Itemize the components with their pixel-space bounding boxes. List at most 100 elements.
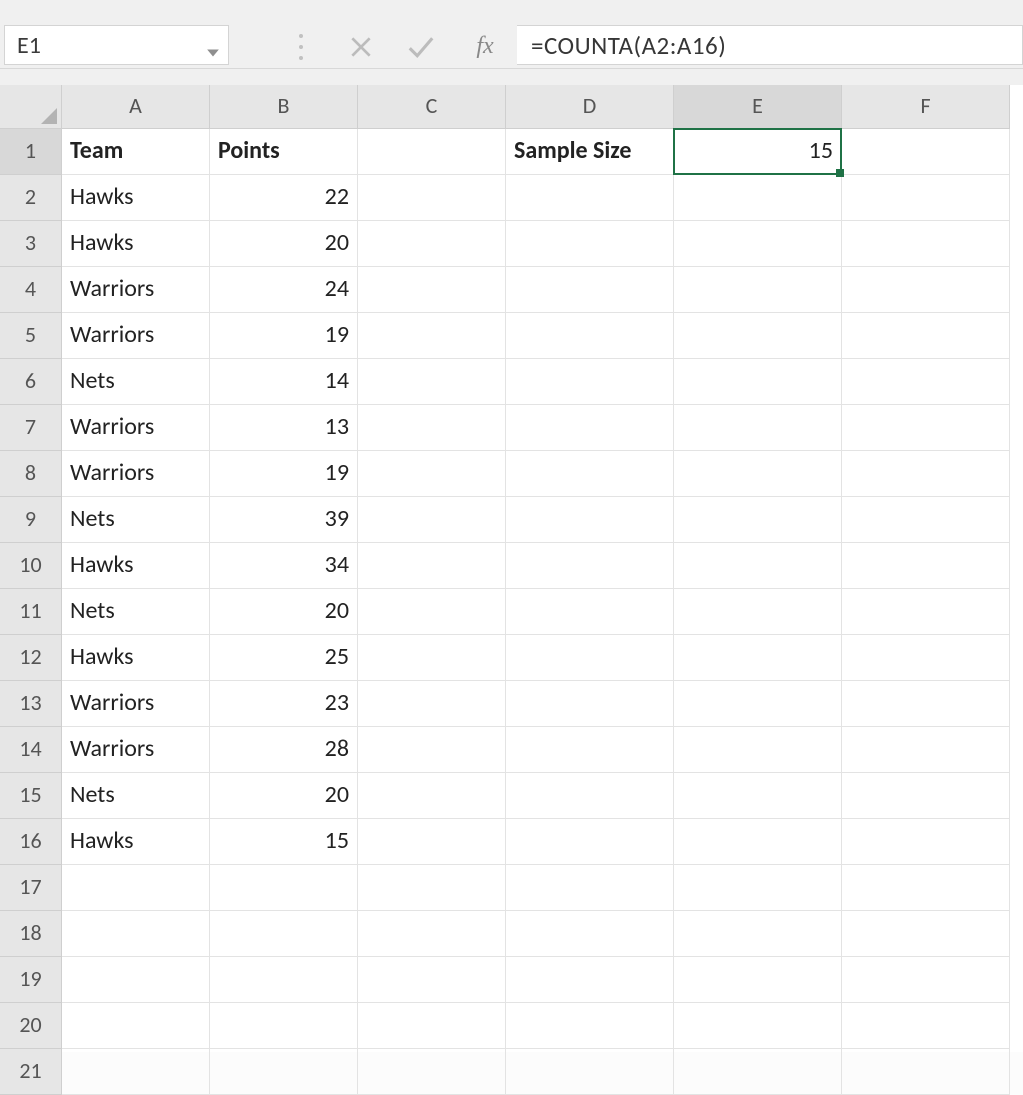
- cell-C7[interactable]: [358, 405, 506, 451]
- cell-D10[interactable]: [506, 543, 674, 589]
- cell-D3[interactable]: [506, 221, 674, 267]
- cell-C13[interactable]: [358, 681, 506, 727]
- row-header-20[interactable]: 20: [0, 1003, 62, 1049]
- cell-E16[interactable]: [674, 819, 842, 865]
- cell-B9[interactable]: 39: [210, 497, 358, 543]
- cell-A17[interactable]: [62, 865, 210, 911]
- cell-E3[interactable]: [674, 221, 842, 267]
- cell-B5[interactable]: 19: [210, 313, 358, 359]
- cell-C6[interactable]: [358, 359, 506, 405]
- row-header-3[interactable]: 3: [0, 221, 62, 267]
- cell-A4[interactable]: Warriors: [62, 267, 210, 313]
- cell-C2[interactable]: [358, 175, 506, 221]
- cell-A2[interactable]: Hawks: [62, 175, 210, 221]
- cell-F15[interactable]: [842, 773, 1010, 819]
- column-header-A[interactable]: A: [62, 85, 210, 129]
- cell-D4[interactable]: [506, 267, 674, 313]
- cell-A19[interactable]: [62, 957, 210, 1003]
- cell-A11[interactable]: Nets: [62, 589, 210, 635]
- chevron-down-icon[interactable]: [206, 38, 220, 52]
- row-header-10[interactable]: 10: [0, 543, 62, 589]
- cell-B12[interactable]: 25: [210, 635, 358, 681]
- cell-A8[interactable]: Warriors: [62, 451, 210, 497]
- cell-A16[interactable]: Hawks: [62, 819, 210, 865]
- cell-F19[interactable]: [842, 957, 1010, 1003]
- cell-A15[interactable]: Nets: [62, 773, 210, 819]
- cell-A10[interactable]: Hawks: [62, 543, 210, 589]
- cell-F21[interactable]: [842, 1049, 1010, 1095]
- cell-C14[interactable]: [358, 727, 506, 773]
- cell-F3[interactable]: [842, 221, 1010, 267]
- cell-C11[interactable]: [358, 589, 506, 635]
- cell-C1[interactable]: [358, 129, 506, 175]
- cell-A6[interactable]: Nets: [62, 359, 210, 405]
- cell-D5[interactable]: [506, 313, 674, 359]
- row-header-9[interactable]: 9: [0, 497, 62, 543]
- cell-B3[interactable]: 20: [210, 221, 358, 267]
- cell-C20[interactable]: [358, 1003, 506, 1049]
- cell-E10[interactable]: [674, 543, 842, 589]
- cell-A1[interactable]: Team: [62, 129, 210, 175]
- cell-D1[interactable]: Sample Size: [506, 129, 674, 175]
- cell-D19[interactable]: [506, 957, 674, 1003]
- row-header-15[interactable]: 15: [0, 773, 62, 819]
- cell-F2[interactable]: [842, 175, 1010, 221]
- cell-B17[interactable]: [210, 865, 358, 911]
- cell-C3[interactable]: [358, 221, 506, 267]
- cell-E21[interactable]: [674, 1049, 842, 1095]
- cell-B10[interactable]: 34: [210, 543, 358, 589]
- cell-E18[interactable]: [674, 911, 842, 957]
- cancel-formula-button[interactable]: [331, 27, 391, 67]
- cell-B21[interactable]: [210, 1049, 358, 1095]
- row-header-8[interactable]: 8: [0, 451, 62, 497]
- cell-F5[interactable]: [842, 313, 1010, 359]
- cell-C18[interactable]: [358, 911, 506, 957]
- row-header-1[interactable]: 1: [0, 129, 62, 175]
- cell-C8[interactable]: [358, 451, 506, 497]
- cell-F13[interactable]: [842, 681, 1010, 727]
- cell-E1[interactable]: 15: [674, 129, 842, 175]
- cell-B20[interactable]: [210, 1003, 358, 1049]
- cell-F4[interactable]: [842, 267, 1010, 313]
- cell-B11[interactable]: 20: [210, 589, 358, 635]
- cell-F16[interactable]: [842, 819, 1010, 865]
- column-header-D[interactable]: D: [506, 85, 674, 129]
- column-header-E[interactable]: E: [674, 85, 842, 129]
- cell-C17[interactable]: [358, 865, 506, 911]
- insert-function-button[interactable]: fx: [455, 27, 515, 67]
- formula-input[interactable]: =COUNTA(A2:A16): [517, 25, 1023, 65]
- row-header-6[interactable]: 6: [0, 359, 62, 405]
- cell-A21[interactable]: [62, 1049, 210, 1095]
- cell-F10[interactable]: [842, 543, 1010, 589]
- row-header-4[interactable]: 4: [0, 267, 62, 313]
- cell-C5[interactable]: [358, 313, 506, 359]
- row-header-21[interactable]: 21: [0, 1049, 62, 1095]
- cell-E17[interactable]: [674, 865, 842, 911]
- cell-D20[interactable]: [506, 1003, 674, 1049]
- cell-B2[interactable]: 22: [210, 175, 358, 221]
- cell-B4[interactable]: 24: [210, 267, 358, 313]
- row-header-14[interactable]: 14: [0, 727, 62, 773]
- row-header-17[interactable]: 17: [0, 865, 62, 911]
- column-header-C[interactable]: C: [358, 85, 506, 129]
- cell-B13[interactable]: 23: [210, 681, 358, 727]
- cell-F6[interactable]: [842, 359, 1010, 405]
- cell-F12[interactable]: [842, 635, 1010, 681]
- cell-E4[interactable]: [674, 267, 842, 313]
- cell-F20[interactable]: [842, 1003, 1010, 1049]
- cell-C15[interactable]: [358, 773, 506, 819]
- cell-B7[interactable]: 13: [210, 405, 358, 451]
- cell-A7[interactable]: Warriors: [62, 405, 210, 451]
- cell-E7[interactable]: [674, 405, 842, 451]
- cell-A3[interactable]: Hawks: [62, 221, 210, 267]
- row-header-11[interactable]: 11: [0, 589, 62, 635]
- cell-C16[interactable]: [358, 819, 506, 865]
- cell-E12[interactable]: [674, 635, 842, 681]
- cell-D6[interactable]: [506, 359, 674, 405]
- cell-E9[interactable]: [674, 497, 842, 543]
- cell-D16[interactable]: [506, 819, 674, 865]
- cell-D12[interactable]: [506, 635, 674, 681]
- more-options-button[interactable]: [271, 27, 331, 67]
- cell-C10[interactable]: [358, 543, 506, 589]
- cell-B18[interactable]: [210, 911, 358, 957]
